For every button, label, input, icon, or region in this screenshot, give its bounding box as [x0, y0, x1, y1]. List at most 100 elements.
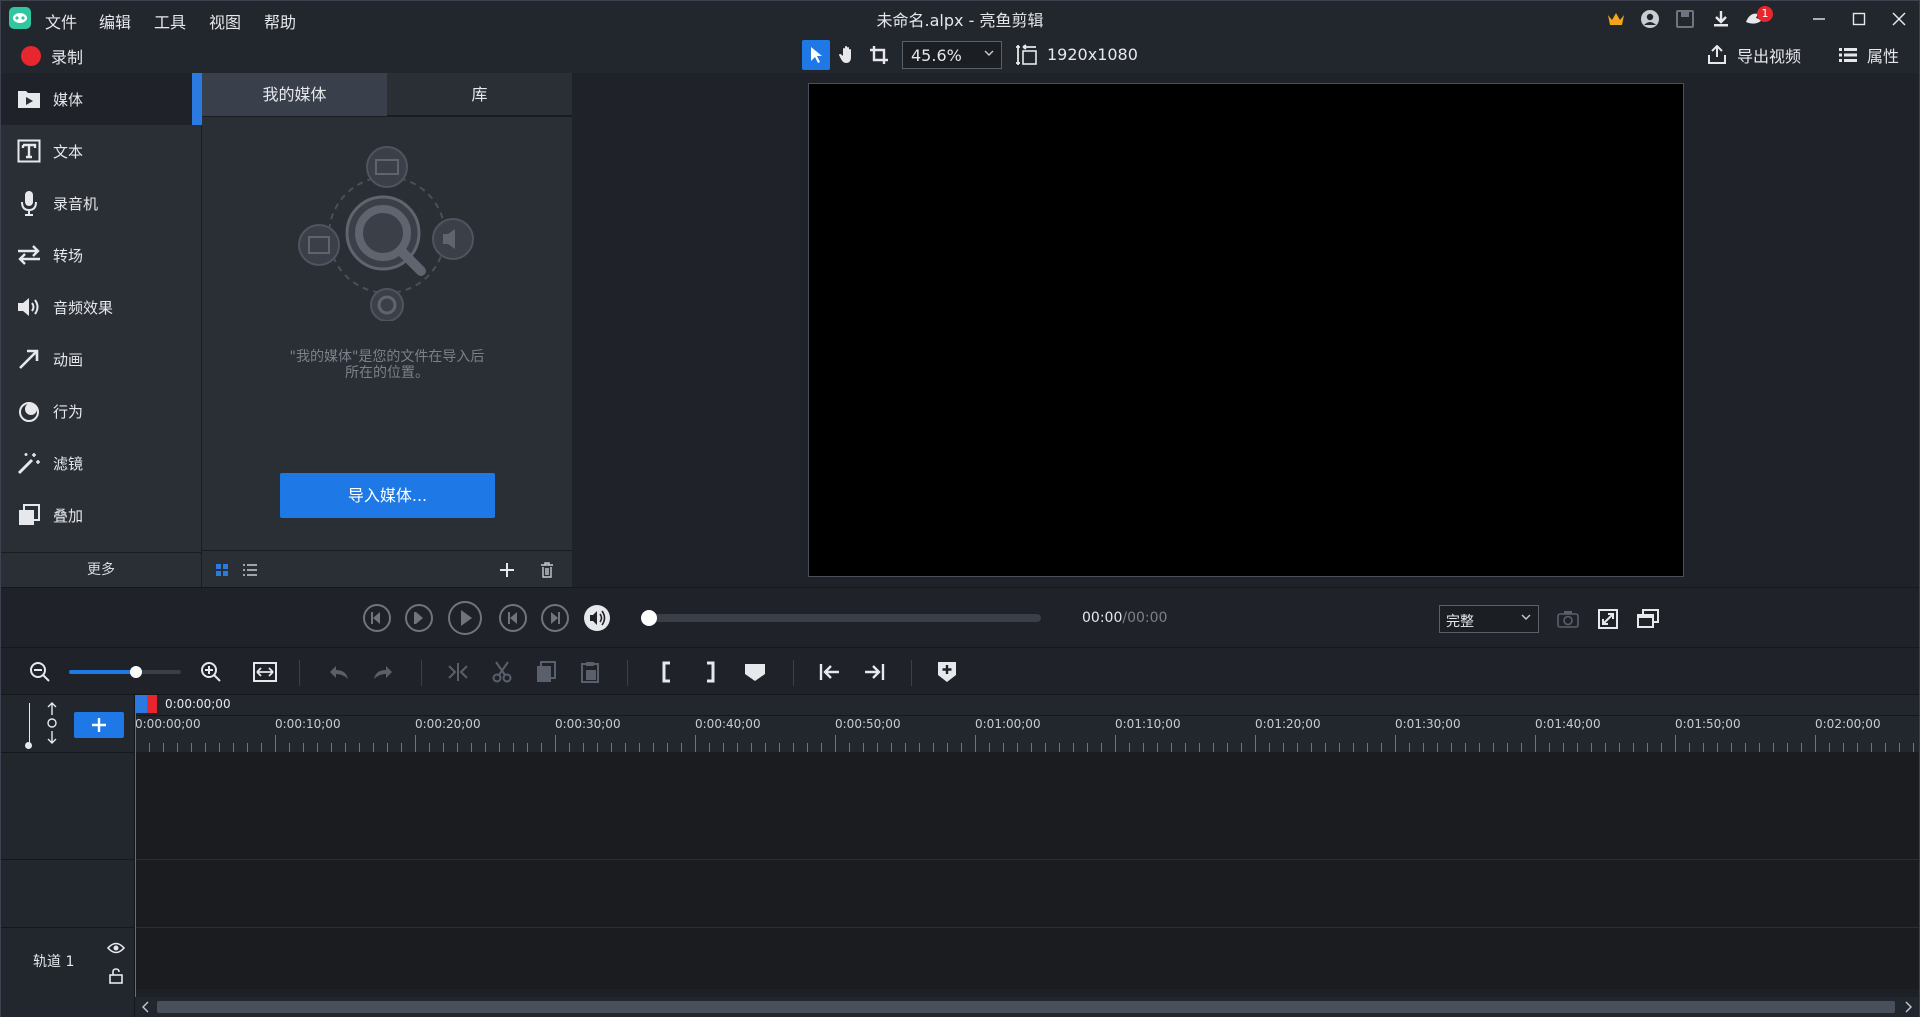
crown-icon[interactable]	[1604, 7, 1628, 31]
menu-help[interactable]: 帮助	[264, 9, 296, 33]
tab-library[interactable]: 库	[387, 73, 572, 116]
tab-my-media[interactable]: 我的媒体	[202, 73, 387, 116]
split-icon[interactable]	[444, 658, 472, 686]
add-icon[interactable]	[496, 559, 518, 581]
paste-icon[interactable]	[576, 658, 604, 686]
timeline-tracks[interactable]	[135, 752, 1919, 997]
eye-icon[interactable]	[105, 939, 127, 957]
nav-item-audio-effects[interactable]: 音频效果	[1, 281, 201, 333]
playhead-marker[interactable]	[135, 695, 147, 713]
minimize-icon[interactable]	[1807, 7, 1831, 31]
redo-icon[interactable]	[369, 658, 397, 686]
zoom-select[interactable]: 45.6%	[902, 41, 1002, 69]
chevron-down-icon	[1520, 610, 1532, 624]
crop-tool-button[interactable]	[865, 41, 893, 69]
zoom-slider-track[interactable]	[69, 670, 181, 674]
copy-icon[interactable]	[532, 658, 560, 686]
ruler-tick-label: 0:01:30;00	[1395, 717, 1461, 731]
nav-item-filters[interactable]: 滤镜	[1, 437, 201, 489]
volume-icon[interactable]	[581, 602, 613, 634]
menu-view[interactable]: 视图	[209, 9, 241, 33]
snapshot-icon[interactable]	[1555, 606, 1581, 632]
scroll-left-icon[interactable]	[139, 999, 153, 1015]
mark-in-icon[interactable]	[653, 658, 681, 686]
menu-file[interactable]: 文件	[45, 9, 77, 33]
quality-select[interactable]: 完整	[1439, 605, 1539, 633]
zoom-out-icon[interactable]	[26, 658, 54, 686]
next-frame-icon[interactable]	[403, 602, 435, 634]
hint-line-1: "我的媒体"是您的文件在导入后	[289, 349, 485, 365]
fullscreen-icon[interactable]	[1595, 606, 1621, 632]
undo-icon[interactable]	[325, 658, 353, 686]
playback-progress-track[interactable]	[641, 614, 1041, 622]
nav-item-animation[interactable]: 动画	[1, 333, 201, 385]
add-track-button[interactable]	[74, 712, 124, 738]
jump-to-start-icon[interactable]	[816, 658, 844, 686]
nav-item-overlay[interactable]: 叠加	[1, 489, 201, 541]
app-window: 文件 编辑 工具 视图 帮助 未命名.alpx - 亮鱼剪辑 1 录制 45.6…	[0, 0, 1920, 1017]
hand-tool-button[interactable]	[834, 41, 862, 69]
trash-icon[interactable]	[536, 559, 558, 581]
nav-label: 动画	[53, 350, 84, 369]
plus-icon	[92, 718, 106, 732]
playhead-time: 0:00:00;00	[165, 697, 231, 711]
jump-to-end-icon[interactable]	[860, 658, 888, 686]
behavior-icon	[15, 397, 43, 425]
scroll-thumb[interactable]	[157, 1001, 1895, 1013]
list-view-icon[interactable]	[240, 560, 260, 580]
add-marker-icon[interactable]	[933, 658, 961, 686]
import-media-button[interactable]: 导入媒体...	[280, 473, 495, 518]
grid-view-icon[interactable]	[212, 560, 232, 580]
nav-item-behavior[interactable]: 行为	[1, 385, 201, 437]
account-icon[interactable]	[1638, 7, 1662, 31]
hand-icon	[839, 46, 851, 63]
menu-edit[interactable]: 编辑	[99, 9, 131, 33]
timeline-scrollbar[interactable]	[135, 997, 1919, 1017]
ruler-tick-label: 0:00:20;00	[415, 717, 481, 731]
preview-canvas[interactable]	[808, 83, 1684, 577]
record-label: 录制	[51, 48, 84, 67]
select-tool-button[interactable]	[802, 40, 830, 70]
nav-item-transition[interactable]: 转场	[1, 229, 201, 281]
playback-progress-handle[interactable]	[641, 610, 657, 626]
list-icon	[1839, 48, 1857, 62]
zoom-slider-handle[interactable]	[130, 666, 142, 678]
resize-canvas-icon[interactable]	[1013, 41, 1039, 69]
cut-icon[interactable]	[488, 658, 516, 686]
quality-value: 完整	[1446, 614, 1474, 630]
nav-label: 行为	[53, 402, 84, 421]
timeline-ruler[interactable]: 0:00:00;00 0:00:00;00 0:00:10;00 0:00:20;0…	[135, 695, 1919, 752]
marker-icon[interactable]	[741, 658, 769, 686]
nav-label: 录音机	[53, 194, 99, 213]
maximize-icon[interactable]	[1847, 7, 1871, 31]
menu-tools[interactable]: 工具	[154, 9, 186, 33]
record-button[interactable]: 录制	[21, 44, 83, 68]
speaker-icon	[15, 293, 43, 321]
go-to-end-icon[interactable]	[539, 602, 571, 634]
media-panel-footer	[202, 550, 572, 587]
export-video-button[interactable]: 导出视频	[1707, 43, 1801, 67]
lock-icon[interactable]	[105, 967, 127, 985]
nav-item-media[interactable]: 媒体	[1, 73, 201, 125]
fit-timeline-icon[interactable]	[251, 658, 279, 686]
save-icon[interactable]	[1673, 7, 1697, 31]
nav-more-button[interactable]: 更多	[1, 552, 201, 587]
track-zoom-icon[interactable]	[43, 701, 61, 745]
nav-item-recorder[interactable]: 录音机	[1, 177, 201, 229]
previous-frame-icon[interactable]	[361, 602, 393, 634]
play-icon[interactable]	[447, 600, 483, 636]
close-icon[interactable]	[1887, 7, 1911, 31]
mark-out-icon[interactable]	[696, 658, 724, 686]
record-icon	[21, 46, 41, 66]
properties-label: 属性	[1867, 47, 1900, 66]
download-icon[interactable]	[1709, 7, 1733, 31]
detach-preview-icon[interactable]	[1635, 606, 1661, 632]
nav-label: 滤镜	[53, 454, 84, 473]
track-height-handle[interactable]	[25, 742, 32, 749]
zoom-in-icon[interactable]	[197, 658, 225, 686]
properties-button[interactable]: 属性	[1839, 43, 1899, 67]
title-bar: 文件 编辑 工具 视图 帮助 未命名.alpx - 亮鱼剪辑 1	[1, 1, 1919, 37]
scroll-right-icon[interactable]	[1901, 999, 1915, 1015]
nav-item-text[interactable]: 文本	[1, 125, 201, 177]
go-to-start-icon[interactable]	[497, 602, 529, 634]
